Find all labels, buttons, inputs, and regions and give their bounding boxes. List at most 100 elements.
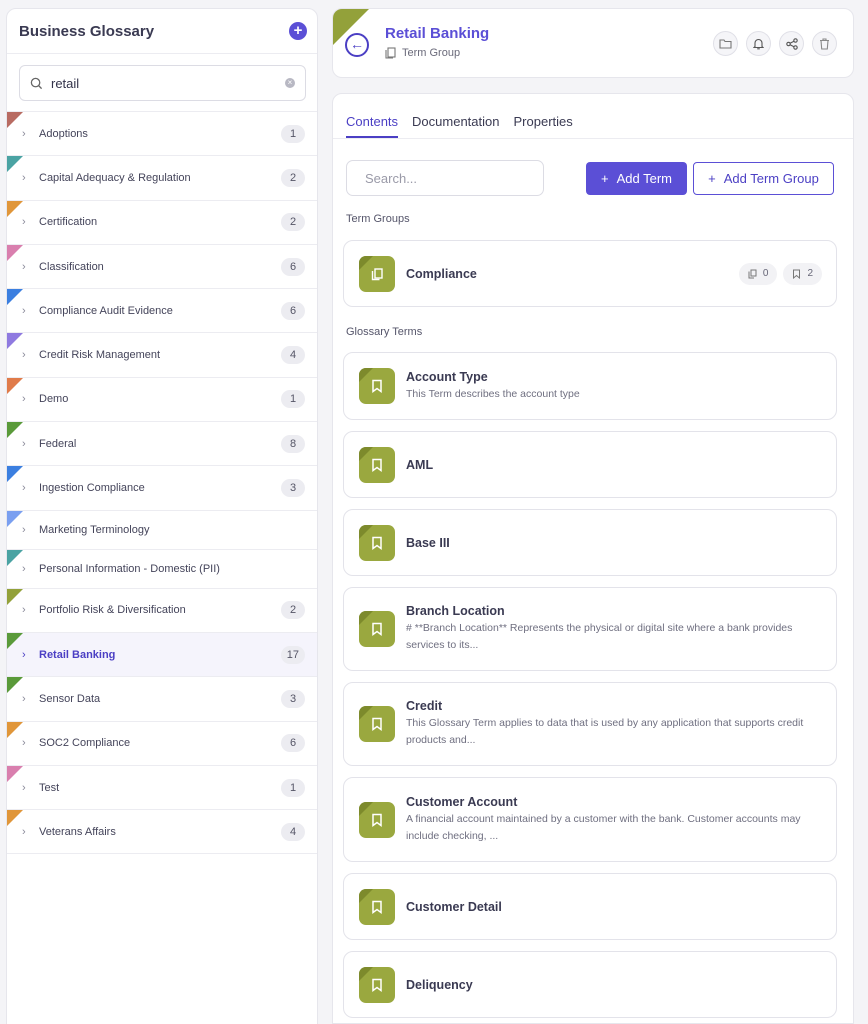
content-toolbar: + Add Term + Add Term Group xyxy=(333,139,853,207)
sidebar-search-input[interactable] xyxy=(51,75,285,91)
term-avatar xyxy=(359,801,395,838)
trash-icon xyxy=(820,37,829,50)
sidebar-item-compliance-audit[interactable]: › Compliance Audit Evidence 6 xyxy=(7,289,317,334)
sidebar-item-marketing-terminology[interactable]: › Marketing Terminology xyxy=(7,510,317,550)
plus-icon: + xyxy=(601,171,609,186)
count-badge: 17 xyxy=(280,645,305,664)
color-flag xyxy=(7,200,23,217)
term-card[interactable]: Customer Account A financial account mai… xyxy=(343,777,837,862)
entity-type-label: Term Group xyxy=(402,47,461,59)
header-actions xyxy=(713,31,837,56)
sidebar-item-label: Certification xyxy=(39,216,98,229)
term-avatar xyxy=(359,966,395,1003)
count-badge: 6 xyxy=(281,257,305,276)
sidebar-item-credit-risk[interactable]: › Credit Risk Management 4 xyxy=(7,333,317,378)
term-name: Branch Location xyxy=(406,604,505,618)
sidebar-item-federal[interactable]: › Federal 8 xyxy=(7,422,317,467)
term-card[interactable]: Base III xyxy=(343,509,837,576)
content-search[interactable] xyxy=(346,160,544,196)
card-text: Compliance xyxy=(406,267,739,281)
bookmark-icon xyxy=(372,379,382,393)
add-term-group-button[interactable]: + Add Term Group xyxy=(693,162,834,195)
page-title: Retail Banking xyxy=(385,25,490,42)
tab-contents[interactable]: Contents xyxy=(346,114,399,138)
groups-count-pill: 0 xyxy=(738,262,778,285)
chevron-right-icon: › xyxy=(22,482,26,495)
term-card[interactable]: AML xyxy=(343,431,837,498)
main-panel: Contents Documentation Properties + Add … xyxy=(332,93,854,1024)
sidebar-item-certification[interactable]: › Certification 2 xyxy=(7,200,317,245)
tab-documentation[interactable]: Documentation xyxy=(412,114,499,138)
clear-search-icon[interactable]: × xyxy=(285,78,295,88)
chevron-right-icon: › xyxy=(22,393,26,406)
sidebar-item-label: Capital Adequacy & Regulation xyxy=(39,171,191,184)
chevron-right-icon: › xyxy=(22,737,26,750)
term-card[interactable]: Branch Location # **Branch Location** Re… xyxy=(343,587,837,671)
sidebar-item-ingestion-compliance[interactable]: › Ingestion Compliance 3 xyxy=(7,466,317,511)
color-flag xyxy=(7,112,23,128)
term-group-name: Compliance xyxy=(406,266,477,281)
subscribe-button[interactable] xyxy=(746,31,771,56)
term-description: This Term describes the account type xyxy=(406,387,580,400)
delete-button[interactable] xyxy=(812,31,837,56)
sidebar-item-label: Credit Risk Management xyxy=(39,349,161,362)
count-badge: 1 xyxy=(281,124,305,143)
bookmark-icon xyxy=(372,813,382,827)
sidebar-item-veterans-affairs[interactable]: › Veterans Affairs 4 xyxy=(7,810,317,855)
add-term-button[interactable]: + Add Term xyxy=(586,162,687,195)
term-name: Base III xyxy=(406,535,450,550)
term-avatar xyxy=(359,611,395,647)
color-flag xyxy=(7,156,23,173)
sidebar-search[interactable]: × xyxy=(19,65,306,101)
term-avatar xyxy=(359,888,395,925)
sidebar-item-label: Personal Information - Domestic (PII) xyxy=(39,562,220,575)
share-button[interactable] xyxy=(779,31,804,56)
card-text: Credit This Glossary Term applies to dat… xyxy=(406,699,816,749)
color-flag xyxy=(7,765,23,782)
bookmark-icon xyxy=(372,900,382,914)
sidebar-item-soc2-compliance[interactable]: › SOC2 Compliance 6 xyxy=(7,721,317,766)
bookmark-icon xyxy=(372,536,382,550)
term-card[interactable]: Credit This Glossary Term applies to dat… xyxy=(343,682,837,766)
term-card[interactable]: Deliquency xyxy=(343,951,837,1018)
chevron-right-icon: › xyxy=(22,781,26,794)
add-glossary-button[interactable]: + xyxy=(289,22,307,40)
sidebar-item-classification[interactable]: › Classification 6 xyxy=(7,244,317,290)
color-flag xyxy=(7,588,23,605)
sidebar-item-adoptions[interactable]: › Adoptions 1 xyxy=(7,112,317,157)
add-term-group-label: Add Term Group xyxy=(723,171,819,186)
card-text: Base III xyxy=(406,536,816,550)
term-name: Account Type xyxy=(406,369,488,384)
sidebar-item-portfolio-risk[interactable]: › Portfolio Risk & Diversification 2 xyxy=(7,588,317,633)
term-group-icon xyxy=(371,267,383,280)
folder-button[interactable] xyxy=(713,31,738,56)
count-badge: 4 xyxy=(281,346,305,365)
term-card[interactable]: Account Type This Term describes the acc… xyxy=(343,352,837,420)
bell-icon xyxy=(753,38,764,49)
chevron-right-icon: › xyxy=(22,260,26,273)
back-arrow-icon[interactable]: ← xyxy=(345,33,369,57)
content-search-input[interactable] xyxy=(365,170,541,186)
color-flag xyxy=(7,632,23,649)
card-text: Branch Location # **Branch Location** Re… xyxy=(406,604,816,654)
terms-count-pill: 2 xyxy=(783,262,822,285)
sidebar-item-test[interactable]: › Test 1 xyxy=(7,765,317,811)
sidebar-item-personal-information[interactable]: › Personal Information - Domestic (PII) xyxy=(7,549,317,589)
term-avatar xyxy=(359,706,395,742)
chevron-right-icon: › xyxy=(22,562,26,575)
tab-properties[interactable]: Properties xyxy=(514,114,573,138)
term-card[interactable]: Customer Detail xyxy=(343,873,837,940)
sidebar-item-demo[interactable]: › Demo 1 xyxy=(7,377,317,423)
sidebar-item-capital-adequacy[interactable]: › Capital Adequacy & Regulation 2 xyxy=(7,156,317,201)
count-badge: 2 xyxy=(281,601,305,620)
term-group-card[interactable]: Compliance 0 2 xyxy=(343,240,837,307)
count-badge: 2 xyxy=(281,213,305,232)
bookmark-icon xyxy=(372,458,382,472)
card-text: Customer Detail xyxy=(406,900,816,914)
bookmark-icon xyxy=(793,269,801,279)
sidebar-item-sensor-data[interactable]: › Sensor Data 3 xyxy=(7,677,317,722)
count-badge: 3 xyxy=(281,479,305,498)
chevron-right-icon: › xyxy=(22,171,26,184)
sidebar-item-retail-banking[interactable]: › Retail Banking 17 xyxy=(7,632,317,678)
count-badge: 4 xyxy=(281,822,305,841)
